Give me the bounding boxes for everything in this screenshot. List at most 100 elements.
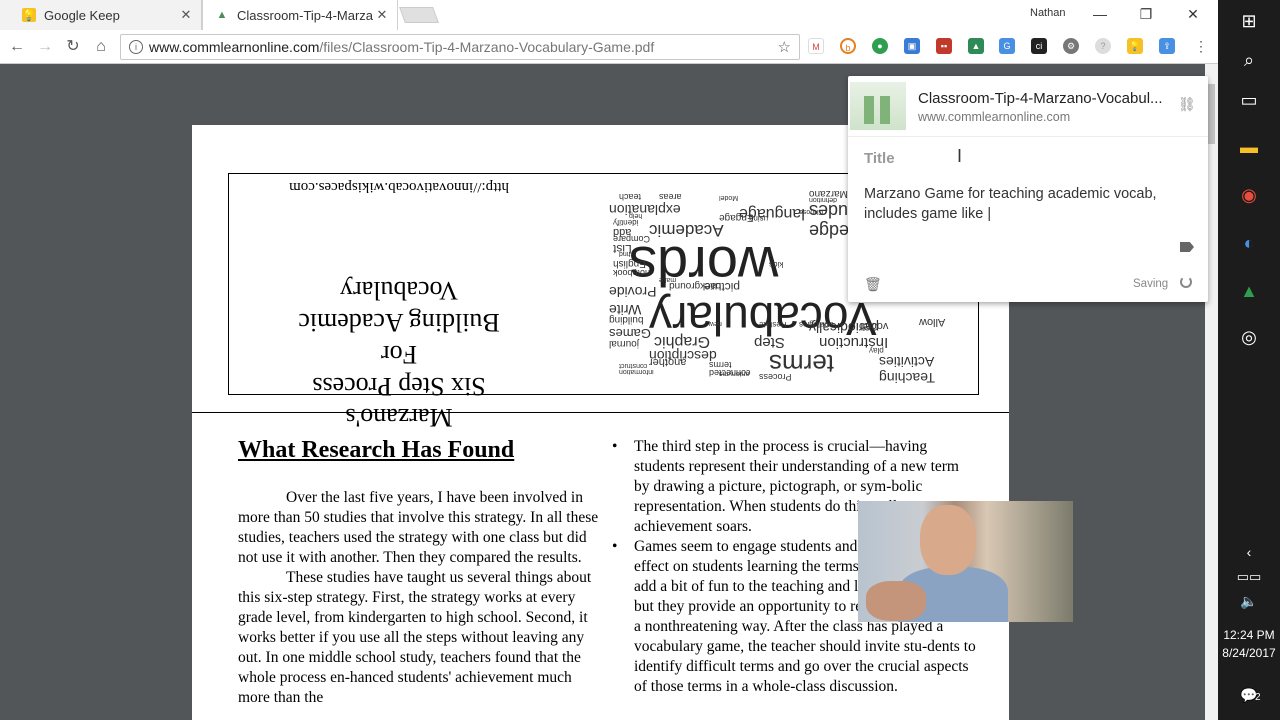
- bookmark-star-icon[interactable]: ☆: [778, 38, 791, 56]
- word-cloud-word: new: [709, 320, 722, 327]
- word-cloud-word: Step: [754, 334, 785, 351]
- left-column: Over the last five years, I have been in…: [238, 488, 604, 708]
- word-cloud-word: add: [613, 226, 632, 238]
- word-cloud-word: Provide: [609, 284, 657, 300]
- text-cursor-icon: I: [957, 146, 963, 166]
- word-cloud-word: teach: [619, 192, 642, 202]
- saving-status: Saving: [1133, 278, 1169, 290]
- notification-count: 2: [1255, 692, 1261, 703]
- card-title: Marzano's Six Step Process For Building …: [298, 276, 500, 432]
- minimize-icon[interactable]: —: [1085, 4, 1115, 24]
- info-icon[interactable]: i: [129, 40, 143, 54]
- windows-taskbar: ⊞ ⌕ ▭ ▬ ◉ ◐ ▲ ◎ ‹ ▭▭ 🔈 12:24 PM 8/24/201…: [1218, 0, 1280, 720]
- word-cloud-word: analogies: [799, 320, 834, 329]
- clock[interactable]: 12:24 PM 8/24/2017: [1218, 626, 1280, 662]
- keep-popup: Classroom-Tip-4-Marzano-Vocabul... www.c…: [848, 76, 1208, 302]
- page-thumbnail: [850, 82, 906, 130]
- file-explorer-icon[interactable]: ▬: [1234, 132, 1264, 162]
- paragraph: Over the last five years, I have been in…: [238, 489, 599, 566]
- page-title: Classroom-Tip-4-Marzano-Vocabul...: [918, 90, 1163, 107]
- word-cloud-word: Choose: [799, 208, 824, 215]
- keep-tab-icon: ▲: [216, 9, 228, 21]
- spinner-icon: [1180, 276, 1192, 288]
- section-divider: [192, 412, 1009, 413]
- word-cloud-word: explanation: [609, 202, 681, 218]
- chrome-window: 💡 Google Keep ✕ ▲ Classroom-Tip-4-Marzan…: [0, 0, 1218, 720]
- address-bar[interactable]: i www.commlearnonline.com/files/Classroo…: [120, 34, 800, 60]
- profile-name[interactable]: Nathan: [1030, 7, 1065, 19]
- menu-icon[interactable]: ⋮: [1193, 38, 1209, 54]
- task-view-icon[interactable]: ▭: [1234, 85, 1264, 115]
- classroom-icon[interactable]: ▲: [968, 38, 984, 54]
- extension-icon[interactable]: ⚙: [1063, 38, 1079, 54]
- note-title-input[interactable]: Title: [864, 150, 895, 167]
- forward-icon[interactable]: →: [34, 36, 56, 58]
- chrome-icon[interactable]: ◉: [1234, 180, 1264, 210]
- help-icon[interactable]: ?: [1095, 38, 1111, 54]
- divider: [848, 136, 1208, 137]
- word-cloud-word: play: [869, 346, 884, 355]
- windows-start-icon[interactable]: ⊞: [1234, 6, 1264, 36]
- tab-classroom-tip[interactable]: ▲ Classroom-Tip-4-Marzano ✕: [202, 0, 398, 30]
- word-cloud-word: journal: [609, 338, 640, 349]
- word-cloud-word: Restate: [759, 320, 787, 329]
- page-url[interactable]: www.commlearnonline.com: [918, 110, 1070, 124]
- scrollbar-thumb[interactable]: [1208, 84, 1215, 144]
- webcam-hand: [866, 581, 926, 621]
- section-heading: What Research Has Found: [238, 437, 515, 463]
- word-cloud-word: areas: [659, 192, 682, 202]
- trash-icon[interactable]: 🗑: [864, 276, 882, 293]
- word-cloud-word: antonyms: [719, 370, 750, 377]
- volume-icon[interactable]: 🔈: [1234, 586, 1264, 616]
- word-cloud-word: background: [669, 280, 722, 291]
- tab-google-keep[interactable]: 💡 Google Keep ✕: [0, 0, 202, 30]
- home-icon[interactable]: ⌂: [90, 36, 112, 58]
- new-tab-button[interactable]: [399, 7, 439, 23]
- word-cloud-word: another: [649, 356, 687, 368]
- word-cloud-word: definition: [809, 196, 838, 203]
- gmail-icon[interactable]: M: [808, 38, 824, 54]
- hangouts-icon[interactable]: ●: [872, 38, 888, 54]
- restore-icon[interactable]: ❐: [1131, 4, 1161, 24]
- extension-icon[interactable]: ▪▪: [936, 38, 952, 54]
- word-cloud-word: building: [609, 314, 644, 325]
- paragraph: These studies have taught us several thi…: [238, 569, 592, 706]
- word-cloud-word: edge: [809, 221, 850, 241]
- word-cloud-word: kids: [769, 260, 784, 269]
- word-cloud-word: notebook: [613, 268, 651, 278]
- close-tab-icon[interactable]: ✕: [177, 7, 195, 23]
- word-cloud-word: Model: [719, 194, 739, 201]
- keep-extension-icon[interactable]: 💡: [1127, 38, 1143, 54]
- translate-icon[interactable]: G: [999, 38, 1015, 54]
- back-icon[interactable]: ←: [6, 36, 28, 58]
- webcam-overlay: [858, 501, 1073, 622]
- extension-icon[interactable]: ci: [1031, 38, 1047, 54]
- extension-icon[interactable]: b: [840, 38, 856, 54]
- screen: 💡 Google Keep ✕ ▲ Classroom-Tip-4-Marzan…: [0, 0, 1280, 720]
- word-cloud-word: Activities: [879, 354, 935, 370]
- word-cloud-word: Allow: [919, 316, 946, 328]
- search-icon[interactable]: ⌕: [1234, 45, 1264, 75]
- word-cloud-word: help: [629, 212, 643, 219]
- webcam-face: [920, 505, 976, 575]
- word-cloud-word: Teaching: [879, 370, 936, 384]
- word-cloud-word: make: [659, 276, 677, 283]
- app-icon[interactable]: ▲: [1234, 276, 1264, 306]
- word-cloud-word: using: [749, 214, 769, 223]
- reload-icon[interactable]: ↻: [62, 36, 84, 58]
- tab-strip: 💡 Google Keep ✕ ▲ Classroom-Tip-4-Marzan…: [0, 0, 1218, 30]
- word-cloud-word: find: [619, 250, 631, 257]
- app-icon[interactable]: ◎: [1234, 322, 1264, 352]
- keep-icon: 💡: [22, 8, 36, 22]
- close-tab-icon[interactable]: ✕: [373, 7, 391, 23]
- link-icon[interactable]: ⛓: [1178, 96, 1196, 113]
- word-cloud-word: Process: [759, 372, 792, 382]
- extension-icon[interactable]: ⇪: [1159, 38, 1175, 54]
- label-icon[interactable]: [1180, 242, 1194, 252]
- close-window-icon[interactable]: ✕: [1178, 4, 1208, 24]
- word-cloud-word: Academic: [649, 221, 724, 240]
- app-icon[interactable]: ◐: [1234, 228, 1264, 258]
- word-cloud-word: identify: [613, 218, 639, 227]
- note-body-input[interactable]: Marzano Game for teaching academic vocab…: [864, 184, 1194, 224]
- screencast-icon[interactable]: ▣: [904, 38, 920, 54]
